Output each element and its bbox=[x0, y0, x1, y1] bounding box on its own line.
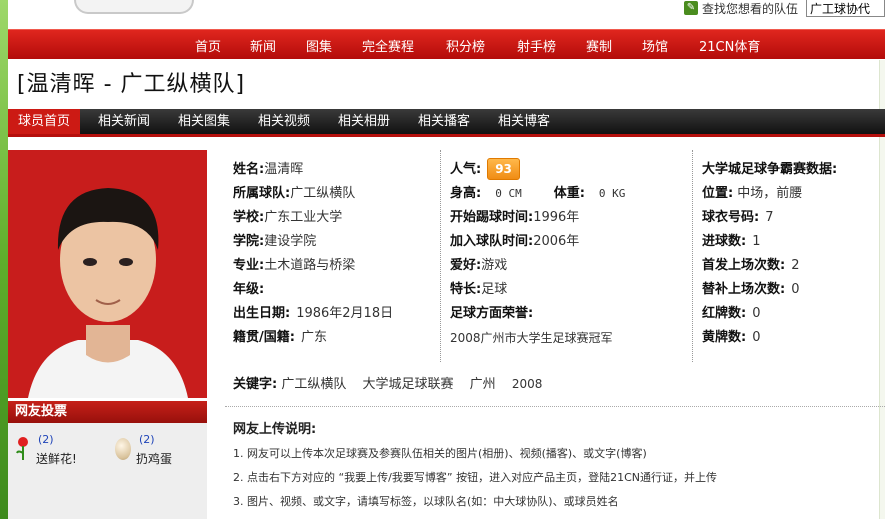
left-decoration-bar bbox=[0, 0, 8, 519]
page-title: [温清晖 - 广工纵横队] bbox=[17, 72, 246, 97]
start-value: 1996年 bbox=[533, 210, 580, 225]
major-value: 土木道路与桥梁 bbox=[264, 258, 356, 273]
join-value: 2006年 bbox=[533, 234, 580, 249]
upload-line: 2. 点击右下方对应的 “我要上传/我要写博客” 按钮，进入对应产品主页，登陆2… bbox=[233, 471, 717, 484]
specialty-value: 足球 bbox=[481, 282, 508, 297]
popularity-label: 人气: bbox=[450, 162, 482, 177]
egg-count: (2) bbox=[139, 433, 155, 446]
nav-item-news[interactable]: 新闻 bbox=[250, 36, 276, 55]
hobby-value: 游戏 bbox=[481, 258, 508, 273]
player-photo bbox=[8, 150, 207, 398]
tab-related-news[interactable]: 相关新闻 bbox=[88, 109, 160, 134]
popularity-badge: 93 bbox=[487, 158, 520, 180]
league-title: 大学城足球争霸赛数据: bbox=[702, 162, 838, 177]
position-label: 位置: bbox=[702, 186, 734, 201]
tab-related-gallery[interactable]: 相关图集 bbox=[168, 109, 240, 134]
nav-item-format[interactable]: 赛制 bbox=[586, 36, 612, 55]
tab-player-home[interactable]: 球员首页 bbox=[8, 109, 81, 134]
nav-item-schedule[interactable]: 完全赛程 bbox=[362, 36, 414, 55]
search-input[interactable] bbox=[806, 0, 885, 17]
column-divider bbox=[440, 150, 441, 362]
starts-label: 首发上场次数: bbox=[702, 258, 786, 273]
search-label: 查找您想看的队伍 bbox=[702, 2, 799, 16]
vote-area: (2) 送鲜花! (2) 扔鸡蛋 bbox=[8, 423, 207, 519]
keyword-link[interactable]: 广工纵横队 bbox=[281, 377, 346, 392]
weight-value: 0 KG bbox=[598, 187, 626, 200]
height-value: 0 CM bbox=[495, 187, 522, 200]
keyword-link[interactable]: 大学城足球联赛 bbox=[363, 377, 454, 392]
hobby-label: 爱好: bbox=[450, 258, 482, 273]
honor-value: 2008广州市大学生足球赛冠军 bbox=[450, 331, 613, 345]
school-label: 学校: bbox=[233, 210, 265, 225]
flower-icon[interactable] bbox=[15, 436, 31, 460]
tab-related-album[interactable]: 相关相册 bbox=[328, 109, 400, 134]
yellow-cards-value: 0 bbox=[752, 330, 761, 345]
number-value: 7 bbox=[765, 210, 774, 225]
player-portrait-icon bbox=[8, 150, 207, 398]
stats-column: 人气: 93 身高: 0 CM 体重: 0 KG 开始踢球时间:1996年 加入球队时间… bbox=[450, 158, 625, 350]
flower-count: (2) bbox=[38, 433, 54, 446]
search-icon[interactable]: ✎ bbox=[684, 1, 698, 15]
specialty-label: 特长: bbox=[450, 282, 482, 297]
league-column: 大学城足球争霸赛数据: 位置: 中场，前腰 球衣号码: 7 进球数: 1 首发上场次数… bbox=[702, 158, 837, 350]
vote-header: 网友投票 bbox=[8, 401, 207, 423]
send-flower-link[interactable]: 送鲜花! bbox=[36, 450, 77, 467]
birth-value: 1986年2月18日 bbox=[296, 306, 394, 321]
college-value: 建设学院 bbox=[264, 234, 317, 249]
honor-label: 足球方面荣誉: bbox=[450, 306, 534, 321]
divider bbox=[225, 406, 885, 407]
number-label: 球衣号码: bbox=[702, 210, 760, 225]
school-value: 广东工业大学 bbox=[264, 210, 343, 225]
yellow-cards-label: 黄牌数: bbox=[702, 330, 747, 345]
join-label: 加入球队时间: bbox=[450, 234, 534, 249]
major-label: 专业: bbox=[233, 258, 265, 273]
nav-item-home[interactable]: 首页 bbox=[195, 36, 221, 55]
name-label: 姓名: bbox=[233, 162, 265, 177]
subs-label: 替补上场次数: bbox=[702, 282, 786, 297]
goals-value: 1 bbox=[752, 234, 761, 249]
college-label: 学院: bbox=[233, 234, 265, 249]
tab-related-blog[interactable]: 相关博客 bbox=[488, 109, 560, 134]
origin-label: 籍贯/国籍: bbox=[233, 330, 295, 345]
nav-item-gallery[interactable]: 图集 bbox=[306, 36, 332, 55]
main-nav: 首页 新闻 图集 完全赛程 积分榜 射手榜 赛制 场馆 21CN体育 bbox=[8, 29, 885, 59]
start-label: 开始踢球时间: bbox=[450, 210, 534, 225]
nav-item-21cn-sports[interactable]: 21CN体育 bbox=[699, 36, 760, 55]
birth-label: 出生日期: bbox=[233, 306, 291, 321]
upload-title: 网友上传说明: bbox=[233, 422, 317, 437]
height-label: 身高: bbox=[450, 186, 482, 201]
egg-icon[interactable] bbox=[115, 438, 131, 460]
nav-item-standings[interactable]: 积分榜 bbox=[446, 36, 485, 55]
throw-egg-link[interactable]: 扔鸡蛋 bbox=[136, 450, 172, 467]
profile-column: 姓名:温清晖 所属球队:广工纵横队 学校:广东工业大学 学院:建设学院 专业:土… bbox=[233, 158, 393, 350]
goals-label: 进球数: bbox=[702, 234, 747, 249]
team-label: 所属球队: bbox=[233, 186, 291, 201]
weight-label: 体重: bbox=[553, 186, 585, 201]
keywords-label: 关键字: bbox=[233, 377, 278, 392]
red-cards-value: 0 bbox=[752, 306, 761, 321]
upload-instructions: 网友上传说明: 1. 网友可以上传本次足球赛及参赛队伍相关的图片(相册)、视频(… bbox=[233, 418, 717, 514]
tab-related-podcast[interactable]: 相关播客 bbox=[408, 109, 480, 134]
origin-value: 广东 bbox=[300, 330, 327, 345]
team-value: 广工纵横队 bbox=[290, 186, 356, 201]
starts-value: 2 bbox=[791, 258, 800, 273]
nav-item-venues[interactable]: 场馆 bbox=[642, 36, 668, 55]
column-divider bbox=[692, 150, 693, 362]
tab-related-video[interactable]: 相关视频 bbox=[248, 109, 320, 134]
keywords-row: 关键字: 广工纵横队 大学城足球联赛 广州 2008 bbox=[233, 373, 554, 392]
name-value: 温清晖 bbox=[264, 162, 304, 177]
position-value: 中场，前腰 bbox=[737, 186, 803, 201]
grade-label: 年级: bbox=[233, 282, 265, 297]
keyword-link[interactable]: 2008 bbox=[512, 377, 543, 391]
subs-value: 0 bbox=[791, 282, 800, 297]
nav-item-scorers[interactable]: 射手榜 bbox=[517, 36, 556, 55]
red-cards-label: 红牌数: bbox=[702, 306, 747, 321]
keyword-link[interactable]: 广州 bbox=[470, 377, 496, 392]
player-subnav: 球员首页 相关新闻 相关图集 相关视频 相关相册 相关播客 相关博客 bbox=[8, 109, 885, 137]
upload-line: 1. 网友可以上传本次足球赛及参赛队伍相关的图片(相册)、视频(播客)、或文字(… bbox=[233, 447, 647, 460]
logo-decoration bbox=[74, 0, 194, 14]
upload-line: 3. 图片、视频、或文字，请填写标签，以球队名(如：中大球协队)、或球员姓名 bbox=[233, 495, 619, 508]
